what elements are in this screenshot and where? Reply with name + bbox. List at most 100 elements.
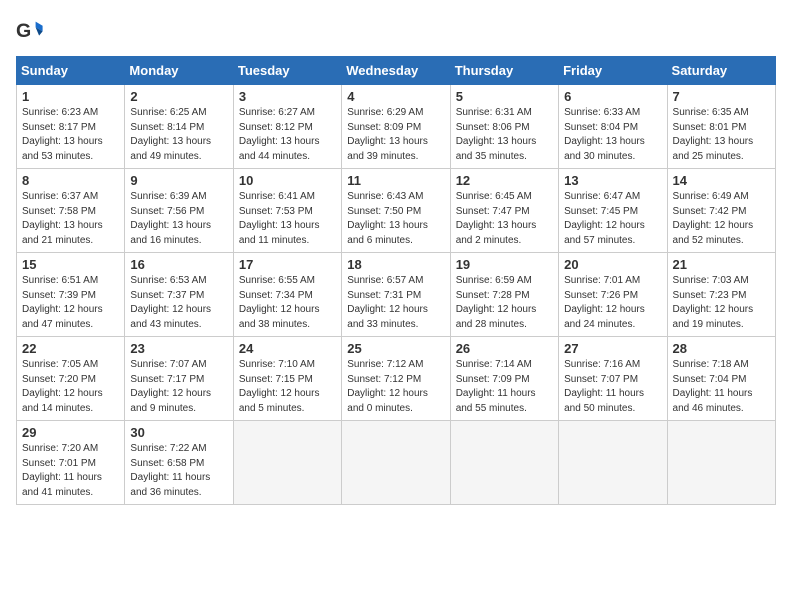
calendar-cell: 3 Sunrise: 6:27 AM Sunset: 8:12 PM Dayli… [233, 85, 341, 169]
calendar-cell: 11 Sunrise: 6:43 AM Sunset: 7:50 PM Dayl… [342, 169, 450, 253]
calendar-cell: 28 Sunrise: 7:18 AM Sunset: 7:04 PM Dayl… [667, 337, 775, 421]
day-info: Sunrise: 6:25 AM Sunset: 8:14 PM Dayligh… [130, 106, 227, 164]
calendar-cell: 24 Sunrise: 7:10 AM Sunset: 7:15 PM Dayl… [233, 337, 341, 421]
day-number: 15 [22, 257, 119, 272]
day-number: 9 [130, 173, 227, 188]
calendar-cell: 21 Sunrise: 7:03 AM Sunset: 7:23 PM Dayl… [667, 253, 775, 337]
day-number: 27 [564, 341, 661, 356]
calendar-cell: 17 Sunrise: 6:55 AM Sunset: 7:34 PM Dayl… [233, 253, 341, 337]
day-number: 13 [564, 173, 661, 188]
day-info: Sunrise: 7:03 AM Sunset: 7:23 PM Dayligh… [673, 274, 770, 332]
calendar-cell [233, 421, 341, 505]
day-number: 30 [130, 425, 227, 440]
day-info: Sunrise: 6:31 AM Sunset: 8:06 PM Dayligh… [456, 106, 553, 164]
weekday-header-tuesday: Tuesday [233, 57, 341, 85]
calendar-week-5: 29 Sunrise: 7:20 AM Sunset: 7:01 PM Dayl… [17, 421, 776, 505]
calendar-cell: 27 Sunrise: 7:16 AM Sunset: 7:07 PM Dayl… [559, 337, 667, 421]
calendar-cell [559, 421, 667, 505]
page-header: G [16, 16, 776, 44]
day-info: Sunrise: 6:33 AM Sunset: 8:04 PM Dayligh… [564, 106, 661, 164]
calendar-cell: 12 Sunrise: 6:45 AM Sunset: 7:47 PM Dayl… [450, 169, 558, 253]
day-info: Sunrise: 7:07 AM Sunset: 7:17 PM Dayligh… [130, 358, 227, 416]
day-number: 26 [456, 341, 553, 356]
day-number: 25 [347, 341, 444, 356]
day-info: Sunrise: 7:20 AM Sunset: 7:01 PM Dayligh… [22, 442, 119, 500]
calendar-cell: 5 Sunrise: 6:31 AM Sunset: 8:06 PM Dayli… [450, 85, 558, 169]
calendar-cell: 8 Sunrise: 6:37 AM Sunset: 7:58 PM Dayli… [17, 169, 125, 253]
day-number: 20 [564, 257, 661, 272]
day-number: 23 [130, 341, 227, 356]
day-number: 6 [564, 89, 661, 104]
day-info: Sunrise: 6:27 AM Sunset: 8:12 PM Dayligh… [239, 106, 336, 164]
day-info: Sunrise: 6:23 AM Sunset: 8:17 PM Dayligh… [22, 106, 119, 164]
logo: G [16, 16, 48, 44]
day-number: 5 [456, 89, 553, 104]
day-info: Sunrise: 6:43 AM Sunset: 7:50 PM Dayligh… [347, 190, 444, 248]
calendar-week-3: 15 Sunrise: 6:51 AM Sunset: 7:39 PM Dayl… [17, 253, 776, 337]
day-number: 28 [673, 341, 770, 356]
day-info: Sunrise: 6:53 AM Sunset: 7:37 PM Dayligh… [130, 274, 227, 332]
day-number: 22 [22, 341, 119, 356]
day-info: Sunrise: 7:22 AM Sunset: 6:58 PM Dayligh… [130, 442, 227, 500]
day-number: 8 [22, 173, 119, 188]
day-info: Sunrise: 6:41 AM Sunset: 7:53 PM Dayligh… [239, 190, 336, 248]
day-info: Sunrise: 7:16 AM Sunset: 7:07 PM Dayligh… [564, 358, 661, 416]
weekday-header-wednesday: Wednesday [342, 57, 450, 85]
calendar-cell: 9 Sunrise: 6:39 AM Sunset: 7:56 PM Dayli… [125, 169, 233, 253]
calendar-cell: 25 Sunrise: 7:12 AM Sunset: 7:12 PM Dayl… [342, 337, 450, 421]
calendar-header: SundayMondayTuesdayWednesdayThursdayFrid… [17, 57, 776, 85]
day-info: Sunrise: 6:49 AM Sunset: 7:42 PM Dayligh… [673, 190, 770, 248]
weekday-header-sunday: Sunday [17, 57, 125, 85]
day-number: 1 [22, 89, 119, 104]
calendar-cell: 19 Sunrise: 6:59 AM Sunset: 7:28 PM Dayl… [450, 253, 558, 337]
day-number: 12 [456, 173, 553, 188]
day-info: Sunrise: 7:01 AM Sunset: 7:26 PM Dayligh… [564, 274, 661, 332]
calendar-cell: 16 Sunrise: 6:53 AM Sunset: 7:37 PM Dayl… [125, 253, 233, 337]
weekday-header-saturday: Saturday [667, 57, 775, 85]
calendar-week-4: 22 Sunrise: 7:05 AM Sunset: 7:20 PM Dayl… [17, 337, 776, 421]
calendar-cell [342, 421, 450, 505]
day-info: Sunrise: 6:55 AM Sunset: 7:34 PM Dayligh… [239, 274, 336, 332]
calendar-week-1: 1 Sunrise: 6:23 AM Sunset: 8:17 PM Dayli… [17, 85, 776, 169]
day-info: Sunrise: 6:45 AM Sunset: 7:47 PM Dayligh… [456, 190, 553, 248]
day-info: Sunrise: 6:37 AM Sunset: 7:58 PM Dayligh… [22, 190, 119, 248]
weekday-header-thursday: Thursday [450, 57, 558, 85]
day-info: Sunrise: 7:05 AM Sunset: 7:20 PM Dayligh… [22, 358, 119, 416]
calendar-cell: 18 Sunrise: 6:57 AM Sunset: 7:31 PM Dayl… [342, 253, 450, 337]
day-number: 19 [456, 257, 553, 272]
day-info: Sunrise: 6:59 AM Sunset: 7:28 PM Dayligh… [456, 274, 553, 332]
calendar-cell: 26 Sunrise: 7:14 AM Sunset: 7:09 PM Dayl… [450, 337, 558, 421]
calendar-cell: 23 Sunrise: 7:07 AM Sunset: 7:17 PM Dayl… [125, 337, 233, 421]
calendar-cell: 4 Sunrise: 6:29 AM Sunset: 8:09 PM Dayli… [342, 85, 450, 169]
calendar-week-2: 8 Sunrise: 6:37 AM Sunset: 7:58 PM Dayli… [17, 169, 776, 253]
weekday-header-friday: Friday [559, 57, 667, 85]
weekday-header-monday: Monday [125, 57, 233, 85]
day-number: 17 [239, 257, 336, 272]
calendar-cell: 20 Sunrise: 7:01 AM Sunset: 7:26 PM Dayl… [559, 253, 667, 337]
calendar-cell [667, 421, 775, 505]
day-number: 10 [239, 173, 336, 188]
calendar-cell: 14 Sunrise: 6:49 AM Sunset: 7:42 PM Dayl… [667, 169, 775, 253]
day-info: Sunrise: 6:39 AM Sunset: 7:56 PM Dayligh… [130, 190, 227, 248]
day-info: Sunrise: 7:18 AM Sunset: 7:04 PM Dayligh… [673, 358, 770, 416]
day-info: Sunrise: 6:51 AM Sunset: 7:39 PM Dayligh… [22, 274, 119, 332]
calendar-cell: 6 Sunrise: 6:33 AM Sunset: 8:04 PM Dayli… [559, 85, 667, 169]
calendar-table: SundayMondayTuesdayWednesdayThursdayFrid… [16, 56, 776, 505]
logo-icon: G [16, 16, 44, 44]
day-number: 11 [347, 173, 444, 188]
day-info: Sunrise: 6:29 AM Sunset: 8:09 PM Dayligh… [347, 106, 444, 164]
day-number: 16 [130, 257, 227, 272]
calendar-cell: 7 Sunrise: 6:35 AM Sunset: 8:01 PM Dayli… [667, 85, 775, 169]
day-info: Sunrise: 7:14 AM Sunset: 7:09 PM Dayligh… [456, 358, 553, 416]
day-info: Sunrise: 6:35 AM Sunset: 8:01 PM Dayligh… [673, 106, 770, 164]
day-number: 24 [239, 341, 336, 356]
calendar-cell: 13 Sunrise: 6:47 AM Sunset: 7:45 PM Dayl… [559, 169, 667, 253]
day-info: Sunrise: 7:10 AM Sunset: 7:15 PM Dayligh… [239, 358, 336, 416]
calendar-cell [450, 421, 558, 505]
calendar-cell: 29 Sunrise: 7:20 AM Sunset: 7:01 PM Dayl… [17, 421, 125, 505]
day-number: 18 [347, 257, 444, 272]
calendar-cell: 10 Sunrise: 6:41 AM Sunset: 7:53 PM Dayl… [233, 169, 341, 253]
day-info: Sunrise: 7:12 AM Sunset: 7:12 PM Dayligh… [347, 358, 444, 416]
day-number: 2 [130, 89, 227, 104]
day-number: 29 [22, 425, 119, 440]
